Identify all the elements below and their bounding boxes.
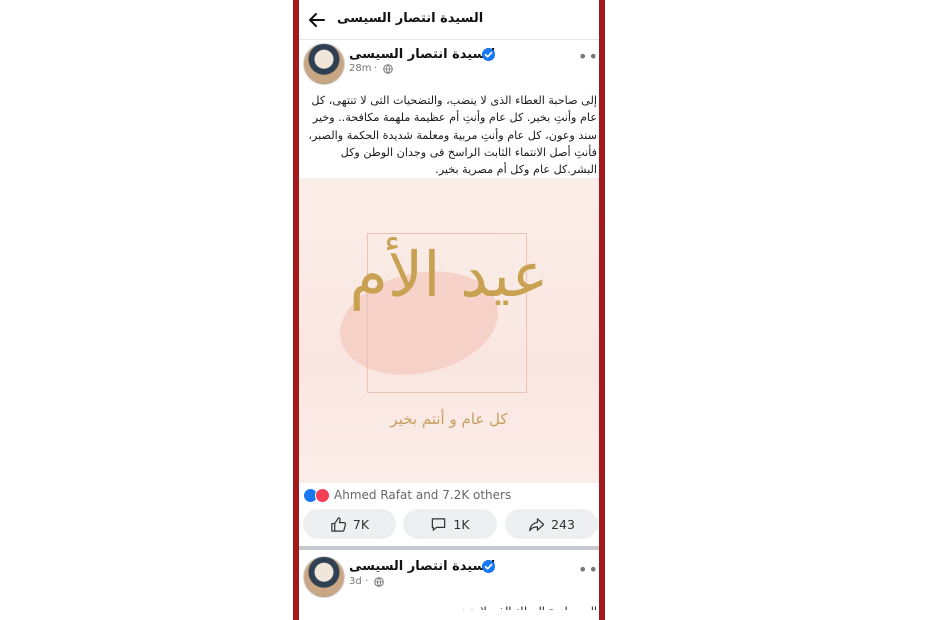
reactions-text: Ahmed Rafat and 7.2K others — [334, 488, 512, 502]
mothers-day-calligraphy: عيد الأم — [349, 238, 549, 311]
verified-icon — [482, 560, 495, 573]
verified-icon — [482, 48, 495, 61]
comment-icon — [432, 517, 446, 531]
greeting-text: كل عام و أنتم بخير — [390, 410, 508, 428]
share-button[interactable]: 243 — [505, 509, 598, 539]
comment-button[interactable]: 1K — [403, 509, 497, 539]
post-divider — [299, 546, 599, 550]
back-arrow-icon[interactable] — [307, 10, 327, 30]
post-time[interactable]: 3d — [349, 576, 362, 587]
globe-icon — [374, 577, 384, 587]
post-text: إلى صاحبة العطاء الذى لا ينضب، والتضحيات… — [308, 94, 597, 177]
globe-icon — [383, 64, 393, 74]
time-separator: · — [374, 63, 378, 74]
post-image[interactable]: عيد الأم كل عام و أنتم بخير — [299, 178, 599, 483]
share-icon — [529, 517, 545, 531]
top-bar: السيدة انتصار السيسى — [299, 0, 599, 40]
phone-bezel-right — [599, 0, 605, 620]
facebook-page-screen: السيدة انتصار السيسى السيدة انتصار السيس… — [299, 0, 599, 620]
screenshot-stage: السيدة انتصار السيسى السيدة انتصار السيس… — [0, 0, 950, 620]
share-count: 243 — [551, 516, 575, 532]
avatar[interactable] — [303, 43, 345, 85]
post-time[interactable]: 28m — [349, 63, 371, 74]
page-title: السيدة انتصار السيسى — [337, 11, 484, 26]
like-button[interactable]: 7K — [303, 509, 396, 539]
like-count: 7K — [352, 516, 370, 532]
time-separator: · — [365, 576, 369, 587]
avatar[interactable] — [303, 556, 345, 598]
post-author-name[interactable]: السيدة انتصار السيسى — [349, 47, 495, 62]
post-author-name[interactable]: السيدة انتصار السيسى — [349, 559, 495, 574]
comment-count: 1K — [453, 516, 470, 532]
love-reaction-icon — [315, 488, 330, 503]
more-options-icon[interactable]: ••• — [578, 49, 599, 65]
like-icon — [331, 516, 346, 532]
more-options-icon[interactable]: ••• — [578, 562, 599, 578]
post-text-partial: إلى صاحبة العطاء الذى لا ينضب — [449, 605, 597, 618]
